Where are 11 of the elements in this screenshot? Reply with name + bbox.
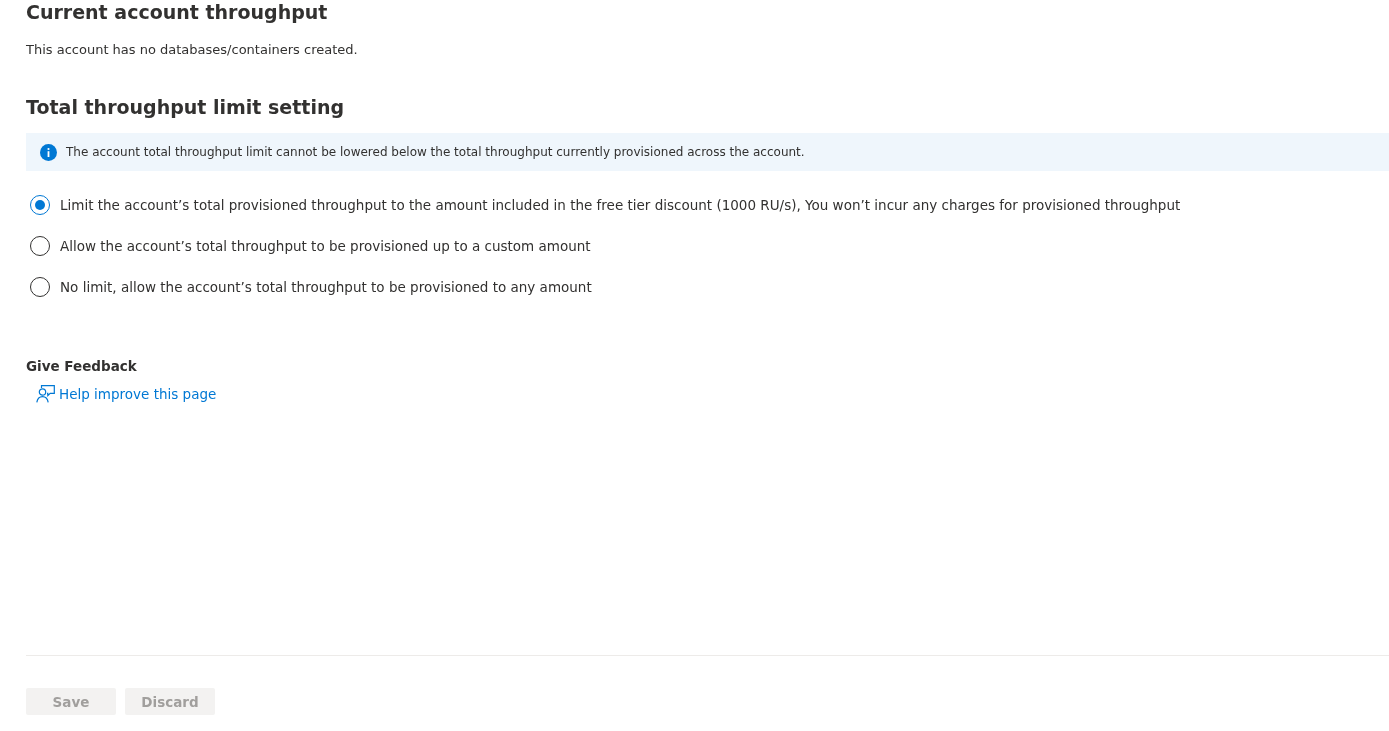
- info-icon: [40, 143, 57, 161]
- feedback-link[interactable]: Help improve this page: [36, 385, 217, 403]
- info-message: The account total throughput limit cannot be lowered below the total throughput currently provisioned across the account.: [66, 144, 805, 160]
- radio-label[interactable]: No limit, allow the account’s total throughput to be provisioned to any amount: [60, 277, 592, 296]
- status-message: This account has no databases/containers created.: [26, 41, 359, 59]
- section-heading: Current account throughput: [26, 0, 329, 24]
- section-heading: Total throughput limit setting: [26, 95, 346, 119]
- person-speech-icon: [36, 385, 55, 403]
- radio-label[interactable]: Limit the account’s total provisioned throughput to the amount included in the free tier discount (1000 RU/s), You won’t incur any charges for provisioned throughput: [60, 195, 1181, 214]
- feedback-heading: Give Feedback: [26, 357, 138, 375]
- radio-label[interactable]: Allow the account’s total throughput to be provisioned up to a custom amount: [60, 236, 591, 255]
